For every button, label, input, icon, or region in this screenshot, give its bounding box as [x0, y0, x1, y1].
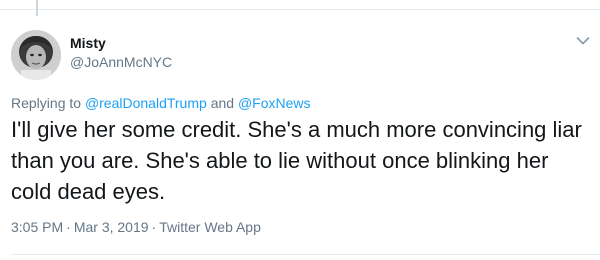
replying-conjunction: and	[210, 95, 235, 111]
bottom-divider	[11, 254, 600, 255]
meta-separator: ·	[151, 219, 157, 235]
tweet-time[interactable]: 3:05 PM	[11, 219, 63, 235]
author-name[interactable]: Misty	[70, 35, 106, 51]
chevron-down-icon[interactable]	[576, 36, 590, 46]
top-divider	[0, 9, 600, 10]
avatar-image	[11, 30, 61, 80]
tweet-source[interactable]: Twitter Web App	[159, 219, 261, 235]
author-handle[interactable]: @JoAnnMcNYC	[70, 54, 172, 70]
mention-link-foxnews[interactable]: @FoxNews	[238, 95, 311, 111]
tweet-body: I'll give her some credit. She's a much …	[11, 117, 582, 204]
reply-context: Replying to @realDonaldTrump and @FoxNew…	[11, 95, 311, 111]
tweet-metadata: 3:05 PM · Mar 3, 2019 · Twitter Web App	[11, 219, 261, 235]
meta-separator: ·	[66, 219, 71, 235]
thread-connector-line	[36, 0, 38, 16]
tweet-date[interactable]: Mar 3, 2019	[74, 219, 149, 235]
avatar[interactable]	[11, 30, 61, 80]
mention-link-realdonaldtrump[interactable]: @realDonaldTrump	[85, 95, 207, 111]
replying-to-label: Replying to	[11, 95, 82, 111]
